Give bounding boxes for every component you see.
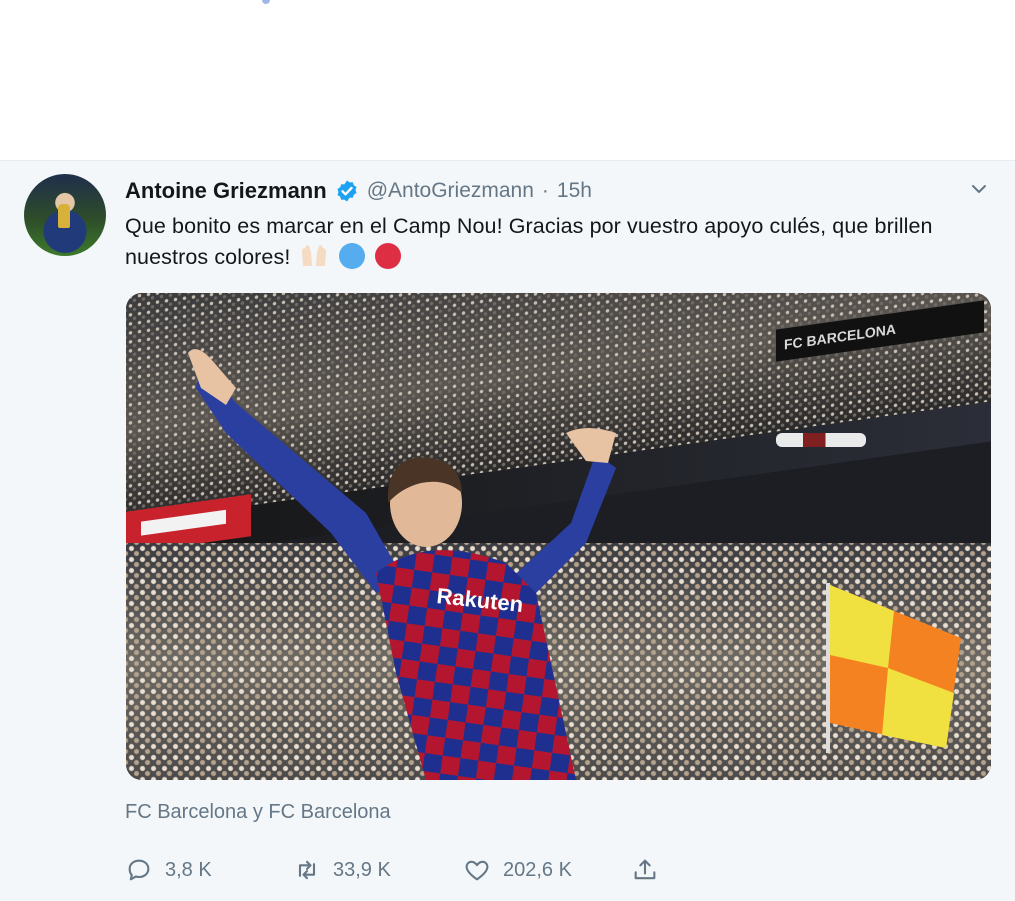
reply-count: 3,8 K: [165, 858, 212, 881]
retweet-icon: [298, 860, 316, 880]
red-circle-emoji-icon: [374, 243, 401, 269]
tweet-text: Que bonito es marcar en el Camp Nou! Gra…: [125, 214, 933, 269]
tweet-photo[interactable]: FC BARCELONA Rakuten: [126, 293, 991, 780]
top-fragment: [262, 0, 270, 4]
author-name[interactable]: Antoine Griezmann: [125, 178, 327, 204]
raising-hands-emoji-icon: [301, 245, 326, 266]
avatar[interactable]: [24, 174, 106, 256]
reply-icon: [128, 859, 150, 881]
retweet-count: 33,9 K: [333, 858, 391, 881]
tweet-text-block: Que bonito es marcar en el Camp Nou! Gra…: [125, 211, 1005, 273]
separator-dot: ·: [541, 179, 549, 202]
tagged-users[interactable]: FC Barcelona y FC Barcelona: [125, 801, 391, 824]
blue-circle-emoji-icon: [338, 243, 365, 269]
tweet-header: Antoine Griezmann @AntoGriezmann · 15h: [125, 175, 592, 207]
chevron-down-icon[interactable]: [969, 179, 989, 199]
share-icon: [634, 859, 656, 880]
tweet-card[interactable]: Antoine Griezmann @AntoGriezmann · 15h Q…: [0, 160, 1015, 901]
reply-button[interactable]: 3,8 K: [125, 856, 293, 884]
tweet-actions: 3,8 K 33,9 K 202,6 K: [125, 856, 659, 884]
corner-flag: [826, 583, 961, 753]
trophy-graphic: [58, 204, 70, 228]
retweet-button[interactable]: 33,9 K: [293, 856, 463, 884]
tweet-time[interactable]: 15h: [557, 179, 592, 203]
like-count: 202,6 K: [503, 858, 572, 881]
heart-icon: [465, 860, 489, 881]
verified-badge-icon: [337, 180, 357, 202]
share-button[interactable]: [631, 856, 659, 884]
author-handle[interactable]: @AntoGriezmann: [367, 179, 534, 203]
like-button[interactable]: 202,6 K: [463, 856, 631, 884]
